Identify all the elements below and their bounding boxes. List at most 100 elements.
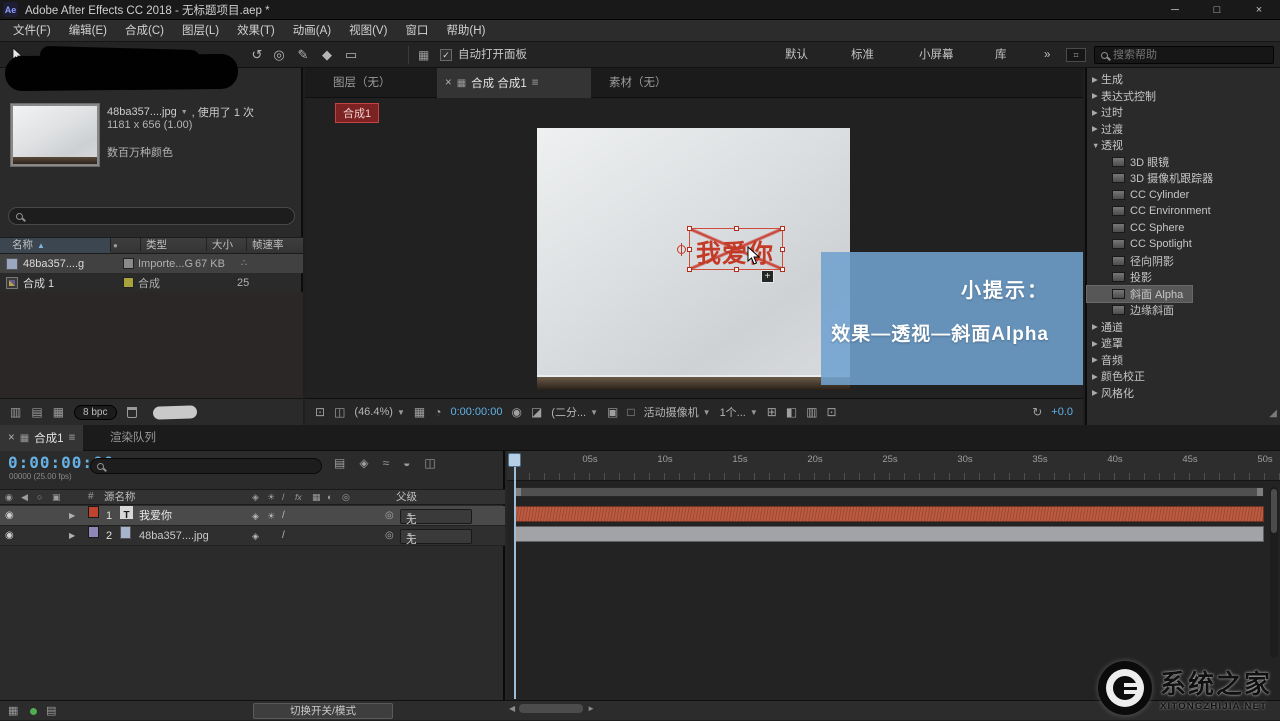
vertical-scrollbar[interactable] [1270, 487, 1278, 657]
menu-edit[interactable]: 编辑(E) [60, 20, 116, 42]
composition-flow-icon[interactable]: ⊡ [827, 405, 837, 419]
transform-handle[interactable] [734, 267, 739, 272]
new-folder-icon[interactable]: ▤ [31, 405, 42, 419]
region-of-interest-icon[interactable]: ▣ [607, 405, 618, 419]
layer1-duration-bar[interactable] [514, 506, 1264, 522]
help-search[interactable] [1094, 46, 1274, 64]
pick-whip-icon[interactable]: ◎ [385, 526, 394, 546]
workspace-overflow-icon[interactable]: » [1044, 42, 1050, 68]
reset-exposure-icon[interactable]: ↻ [1032, 405, 1042, 419]
timeline-search-input[interactable] [109, 460, 299, 472]
effects-group[interactable]: ▶过时 [1087, 104, 1280, 121]
column-source-name[interactable]: 源名称 [104, 490, 136, 504]
parent-select[interactable]: 无 ▼ [400, 529, 472, 544]
auto-open-checkbox[interactable]: ✓ [440, 49, 452, 61]
label-color-chip[interactable] [88, 506, 99, 518]
column-framerate[interactable]: 帧速率 [252, 238, 284, 253]
composition-canvas[interactable]: 我爱你 + [537, 128, 850, 390]
rotation-tool-icon[interactable]: ↺ [246, 42, 268, 68]
transparency-grid-icon[interactable]: □ [627, 405, 634, 419]
composition-mini-flowchart-icon[interactable]: ▤ [334, 456, 345, 470]
menu-animation[interactable]: 动画(A) [284, 20, 340, 42]
column-type[interactable]: 类型 [146, 238, 167, 253]
column-size[interactable]: 大小 [212, 238, 233, 253]
quality-switch-icon[interactable]: / [282, 490, 285, 504]
quality-switch[interactable]: / [282, 526, 285, 546]
workspace-grid-icon[interactable]: ⌗ [1066, 48, 1086, 62]
layer-row[interactable]: ◉ ▶ 2 48ba357....jpg ◈ / ◎ 无 ▼ [0, 526, 505, 546]
solo-column-icon[interactable]: ○ [37, 490, 42, 504]
viewer-timecode[interactable]: 0:00:00:00 [450, 406, 502, 418]
visibility-icon[interactable]: ◉ [5, 506, 14, 526]
project-search-input[interactable] [28, 210, 268, 222]
preview-thumbnail[interactable] [10, 103, 100, 167]
scroll-right-icon[interactable]: ► [587, 704, 595, 713]
transform-handle[interactable] [734, 226, 739, 231]
layer-row-selected[interactable]: ◉ ▶ 1 T 我爱你 ◈ ☀ / ◎ 无 ▼ [0, 506, 505, 526]
lock-column-icon[interactable]: ▣ [52, 490, 61, 504]
label-color-chip[interactable] [123, 258, 134, 269]
menu-file[interactable]: 文件(F) [4, 20, 60, 42]
shy-switch-icon[interactable]: ◈ [252, 490, 259, 504]
playhead-handle[interactable] [508, 453, 521, 467]
timeline-search[interactable] [90, 458, 322, 474]
layer2-duration-bar[interactable] [514, 526, 1264, 542]
playhead[interactable] [508, 453, 521, 699]
panel-menu-icon[interactable]: ≡ [69, 432, 76, 444]
camera-tool-icon[interactable]: ◎ [268, 42, 290, 68]
quality-switch[interactable]: / [282, 506, 285, 526]
workspace-standard[interactable]: 标准 [851, 42, 874, 68]
scrollbar-thumb[interactable] [1271, 489, 1277, 533]
workspace-default[interactable]: 默认 [785, 42, 808, 68]
project-row-comp[interactable]: 合成 1 合成 25 [0, 273, 303, 292]
menu-layer[interactable]: 图层(L) [173, 20, 228, 42]
show-channel-icon[interactable]: ◪ [531, 405, 542, 419]
live-update-icon[interactable]: ▦ [8, 701, 18, 721]
effect-item[interactable]: CC Cylinder [1087, 187, 1280, 204]
snapshot-icon[interactable]: ◉ [511, 405, 521, 419]
adjustment-switch-icon[interactable]: ◎ [342, 490, 350, 504]
frame-blending-icon[interactable]: ◒ [403, 456, 410, 470]
audio-mute-icon[interactable]: ▤ [46, 701, 56, 721]
transform-handle[interactable] [780, 226, 785, 231]
effect-item[interactable]: 边缘斜面 [1087, 302, 1280, 319]
resize-grip-icon[interactable]: ◢ [1269, 408, 1277, 419]
tab-composition[interactable]: × ▦ 合成 合成1 ≡ [437, 68, 591, 98]
label-color-chip[interactable] [88, 526, 99, 538]
always-preview-icon[interactable]: ⊡ [315, 405, 325, 419]
effect-item-selected[interactable]: 斜面 Alpha [1087, 286, 1192, 303]
menu-effect[interactable]: 效果(T) [228, 20, 284, 42]
close-icon[interactable]: × [8, 432, 15, 444]
close-button[interactable]: × [1238, 0, 1280, 20]
label-color-chip[interactable] [123, 277, 134, 288]
hide-shy-layers-icon[interactable]: ≈ [383, 456, 390, 470]
horizontal-scrollbar[interactable]: ◀ ► [509, 704, 595, 713]
transform-handle[interactable] [687, 247, 692, 252]
magnification-select[interactable]: (46.4%) [354, 406, 393, 418]
project-search[interactable] [8, 207, 295, 225]
transform-handle[interactable] [687, 226, 692, 231]
draft-3d-icon[interactable]: ◈ [359, 456, 368, 470]
workspace-small-screen[interactable]: 小屏幕 [919, 42, 954, 68]
layer-name[interactable]: 48ba357....jpg [139, 526, 209, 546]
comp-mini-flowchart-chip[interactable]: 合成1 [335, 103, 379, 123]
collapse-switch[interactable]: ☀ [267, 506, 275, 526]
transform-handle[interactable] [780, 247, 785, 252]
project-row-footage[interactable]: 48ba357....g Importe...G 67 KB ∴ [0, 254, 303, 273]
toggle-switches-button[interactable]: 切换开关/模式 [253, 703, 393, 719]
expander-icon[interactable]: ▶ [69, 526, 75, 546]
effects-switch-icon[interactable]: fx [295, 490, 302, 504]
new-composition-icon[interactable]: ▦ [53, 405, 64, 419]
column-parent[interactable]: 父级 [396, 490, 417, 504]
effects-group[interactable]: ▶音频 [1087, 352, 1280, 369]
delete-icon[interactable] [127, 407, 137, 418]
bit-depth-button[interactable]: 8 bpc [74, 405, 116, 420]
effect-item[interactable]: CC Spotlight [1087, 236, 1280, 253]
transform-handle[interactable] [687, 267, 692, 272]
effects-group-open[interactable]: ▼透视 [1087, 137, 1280, 154]
effects-group[interactable]: ▶过渡 [1087, 121, 1280, 138]
brush-tool-icon[interactable]: ◆ [316, 42, 338, 68]
fast-previews-icon[interactable]: ◧ [786, 405, 797, 419]
interpret-footage-icon[interactable]: ▥ [10, 405, 21, 419]
effect-item[interactable]: 径向阴影 [1087, 253, 1280, 270]
